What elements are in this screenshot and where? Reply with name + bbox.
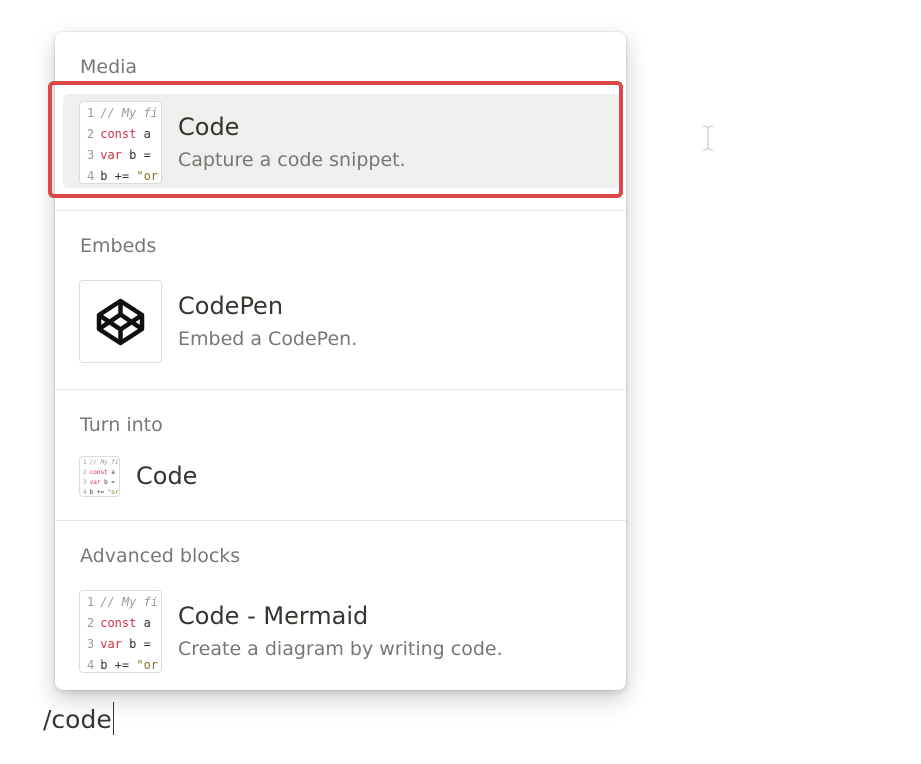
text-caret (112, 702, 115, 735)
menu-item-turn-into-code[interactable]: 1// My fi 2 const a 3 var b = 4b += "or Co… (63, 451, 620, 505)
code-block-icon: 1// My fi 2 const a 3 var b = 4b += "or (79, 101, 162, 184)
editor-slash-command-text: /code (43, 705, 112, 734)
section-divider (55, 389, 626, 390)
section-label-embeds: Embeds (80, 235, 157, 257)
section-label-advanced-blocks: Advanced blocks (80, 545, 241, 567)
section-divider (55, 520, 626, 521)
codepen-icon (79, 280, 162, 363)
menu-item-description: Create a diagram by writing code. (178, 638, 503, 660)
menu-item-title: Code - Mermaid (178, 602, 369, 630)
section-label-turn-into: Turn into (80, 414, 163, 436)
menu-item-title: Code (136, 462, 198, 490)
ibeam-cursor-icon (702, 125, 714, 151)
section-label-media: Media (80, 56, 138, 78)
menu-item-title: Code (178, 113, 240, 141)
editor-text-line[interactable]: /code (43, 702, 115, 735)
page: Media 1// My fi 2 const a 3 var b = 4b += … (0, 0, 921, 764)
slash-command-menu: Media 1// My fi 2 const a 3 var b = 4b += … (48, 32, 626, 690)
code-block-icon: 1// My fi 2 const a 3 var b = 4b += "or (79, 456, 120, 497)
menu-item-codepen[interactable]: CodePen Embed a CodePen. (63, 273, 620, 367)
menu-item-code[interactable]: 1// My fi 2 const a 3 var b = 4b += "or Co… (63, 94, 620, 188)
section-divider (55, 210, 626, 211)
code-block-icon: 1// My fi 2 const a 3 var b = 4b += "or (79, 590, 162, 673)
menu-item-title: CodePen (178, 292, 284, 320)
menu-item-code-mermaid[interactable]: 1// My fi 2 const a 3 var b = 4b += "or Co… (63, 583, 620, 677)
menu-item-description: Capture a code snippet. (178, 149, 406, 171)
menu-item-description: Embed a CodePen. (178, 328, 358, 350)
